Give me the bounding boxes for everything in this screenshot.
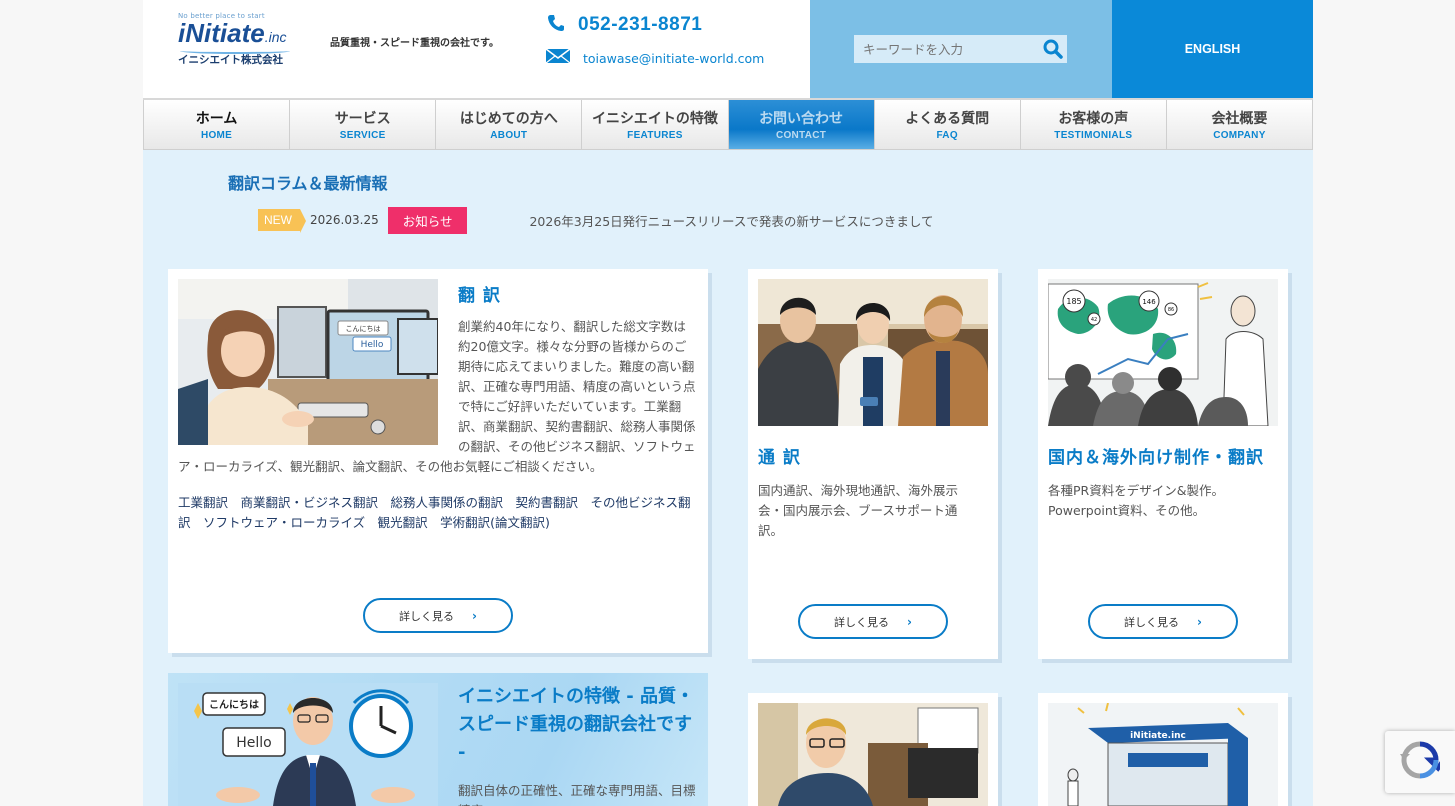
nav-sublabel: TESTIMONIALS (1054, 130, 1133, 141)
map-count-1: 185 (1066, 297, 1081, 306)
card-production: 185 146 42 86 国内＆海外向け制作・翻訳 各種PR資料をデザイン&製… (1038, 269, 1288, 659)
phone-icon (548, 14, 564, 36)
booth-sign: iNitiate.inc (1130, 731, 1186, 741)
search-area (810, 0, 1112, 98)
search-icon[interactable] (1042, 38, 1064, 60)
translation-link-list[interactable]: 工業翻訳 商業翻訳・ビジネス翻訳 総務人事関係の翻訳 契約書翻訳 その他ビジネス… (178, 493, 698, 533)
nav-sublabel: ABOUT (490, 130, 528, 141)
nav-sublabel: CONTACT (775, 130, 827, 141)
more-button-interpretation[interactable]: 詳しく見る › (798, 604, 948, 639)
global-nav: ホーム HOME サービス SERVICE はじめての方へ ABOUT イニシエイトの… (143, 98, 1313, 150)
card-title: 通 訳 (758, 448, 801, 468)
more-label: 詳しく見る (834, 615, 890, 629)
nav-sublabel: FAQ (936, 130, 958, 141)
feature-bubble-en: Hello (236, 735, 272, 751)
main-content: 翻訳コラム＆最新情報 NEW 2026.03.25 お知らせ 2026年3月25… (143, 150, 1313, 806)
map-count-3: 42 (1091, 317, 1097, 323)
page: No better place to start iNitiate.inc イニ… (143, 0, 1313, 806)
chevron-right-icon: › (907, 614, 912, 629)
logo[interactable]: No better place to start iNitiate.inc イニ… (178, 12, 298, 72)
nav-item-service[interactable]: サービス SERVICE (290, 100, 437, 149)
logo-mark-text: iNitiate (178, 18, 265, 48)
logo-mark: iNitiate.inc (178, 20, 298, 50)
nav-item-features[interactable]: イニシエイトの特徴 FEATURES (582, 100, 729, 149)
card-title: 国内＆海外向け制作・翻訳 (1048, 448, 1264, 468)
recaptcha-badge[interactable] (1385, 731, 1455, 793)
nav-item-company[interactable]: 会社概要 COMPANY (1167, 100, 1313, 149)
logo-company: イニシエイト株式会社 (178, 54, 283, 66)
feature-block: こんにちは Hello イニシエイトの特徴 - 品質・スピード重視の翻訳会社です… (168, 673, 708, 806)
catchphrase: 品質重視・スピード重視の会社です。 (330, 38, 499, 49)
card-bottom-2 (748, 693, 998, 806)
map-count-4: 86 (1168, 307, 1174, 313)
news-heading: 翻訳コラム＆最新情報 (228, 174, 388, 193)
news-category: お知らせ (387, 206, 468, 234)
nav-label: イニシエイトの特徴 (591, 111, 718, 127)
map-count-2: 146 (1142, 298, 1156, 306)
new-badge: NEW (258, 209, 306, 233)
nav-label: はじめての方へ (459, 111, 558, 127)
card-title: 翻 訳 (458, 286, 501, 306)
search-input[interactable] (854, 35, 1067, 63)
card-body: 創業約40年になり、翻訳した総文字数は約20億文字。様々な分野の皆様からのご期待… (178, 317, 698, 477)
nav-label: お問い合わせ (759, 111, 844, 127)
card-body: 国内通訳、海外現地通訳、海外展示会・国内展示会、ブースサポート通訳。 (758, 483, 959, 538)
production-illustration: 185 146 42 86 (1048, 279, 1278, 426)
card-translation: こんにちは Hello 翻 訳 創業約40年になり、翻訳した総文字数は約20億文… (168, 269, 708, 653)
booth-illustration: iNitiate.inc (1048, 703, 1278, 806)
nav-item-about[interactable]: はじめての方へ ABOUT (436, 100, 583, 149)
email-address: toiawase@initiate-world.com (583, 50, 765, 66)
nav-sublabel: HOME (200, 130, 233, 141)
card-bottom-3: iNitiate.inc (1038, 693, 1288, 806)
chevron-right-icon: › (472, 608, 477, 623)
email-contact[interactable]: toiawase@initiate-world.com (545, 48, 764, 68)
feature-title: イニシエイトの特徴 - 品質・スピード重視の翻訳会社です - (458, 686, 695, 763)
nav-item-testimonials[interactable]: お客様の声 TESTIMONIALS (1021, 100, 1167, 149)
nav-label: お客様の声 (1058, 111, 1129, 127)
chevron-right-icon: › (1197, 614, 1202, 629)
news-title-link[interactable]: 2026年3月25日発行ニュースリリースで発表の新サービスにつきまして (529, 211, 933, 230)
phone-contact[interactable]: 052-231-8871 (548, 14, 702, 36)
float-spacer (178, 317, 458, 449)
feature-body: 翻訳自体の正確性、正確な専門用語、目標精度 (458, 783, 696, 806)
card-body: 各種PR資料をデザイン&製作。Powerpoint資料、その他。 (1048, 483, 1224, 518)
more-button-production[interactable]: 詳しく見る › (1088, 604, 1238, 639)
card-interpretation: 通 訳 国内通訳、海外現地通訳、海外展示会・国内展示会、ブースサポート通訳。 詳… (748, 269, 998, 659)
news-item[interactable]: NEW 2026.03.25 お知らせ 2026年3月25日発行ニュースリリース… (258, 206, 934, 234)
feature-illustration: こんにちは Hello (178, 683, 438, 806)
interpretation-illustration (758, 279, 988, 426)
nav-label: よくある質問 (905, 111, 990, 127)
phone-number: 052-231-8871 (578, 14, 703, 35)
nav-label: 会社概要 (1211, 111, 1268, 127)
recaptcha-icon (1400, 740, 1446, 784)
nav-sublabel: FEATURES (627, 130, 683, 141)
nav-label: ホーム (195, 111, 238, 127)
mail-icon (545, 48, 571, 68)
nav-item-home[interactable]: ホーム HOME (143, 100, 291, 149)
english-button[interactable]: ENGLISH (1112, 0, 1313, 98)
more-button-translation[interactable]: 詳しく見る › (363, 598, 513, 633)
feature-bubble-jp: こんにちは (209, 699, 259, 711)
more-label: 詳しく見る (1124, 615, 1180, 629)
site-header: No better place to start iNitiate.inc イニ… (143, 0, 1313, 98)
logo-suffix: .inc (264, 29, 287, 45)
nav-sublabel: COMPANY (1213, 130, 1266, 141)
logo-swoosh (180, 48, 290, 54)
nav-item-faq[interactable]: よくある質問 FAQ (875, 100, 1021, 149)
nav-item-contact[interactable]: お問い合わせ CONTACT (728, 100, 875, 149)
nav-sublabel: SERVICE (339, 130, 386, 141)
nav-label: サービス (334, 111, 391, 127)
more-label: 詳しく見る (399, 609, 455, 623)
news-date: 2026.03.25 (310, 213, 379, 227)
office-illustration (758, 703, 988, 806)
